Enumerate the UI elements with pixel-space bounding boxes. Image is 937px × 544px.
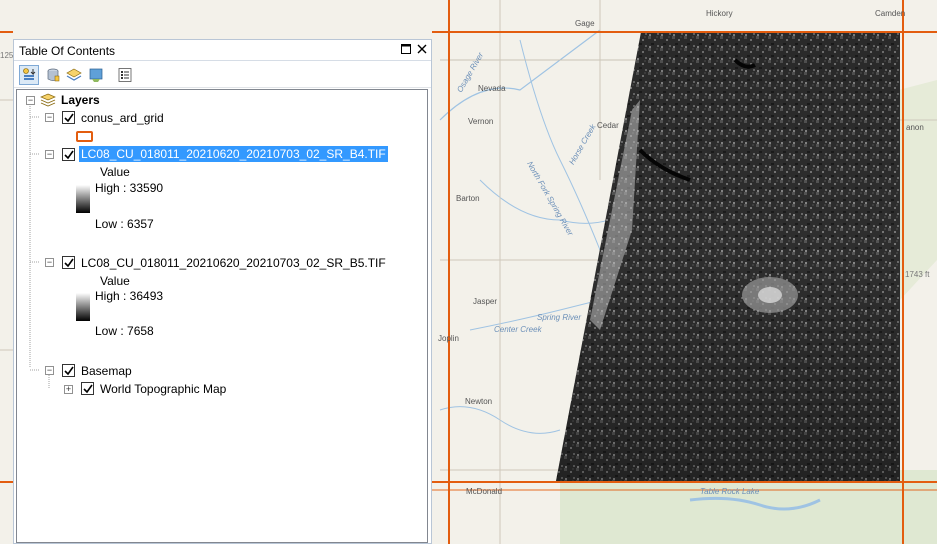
map-label-joplin: Joplin: [438, 334, 459, 343]
checkmark-icon: [63, 366, 74, 375]
checkmark-icon: [63, 150, 74, 159]
options-list-icon: [118, 68, 132, 82]
grid-symbol-swatch: [76, 131, 93, 142]
map-label-barton: Barton: [456, 194, 480, 203]
options-button[interactable]: [115, 65, 135, 85]
close-icon[interactable]: [415, 43, 429, 57]
b5-legend-low: Low : 7658: [95, 324, 154, 338]
world-topo-checkbox[interactable]: [81, 382, 94, 395]
list-by-visibility-button[interactable]: [64, 65, 84, 85]
b4-layer-checkbox[interactable]: [62, 148, 75, 161]
toc-toolbar: [14, 62, 431, 88]
map-label-mcdonald: McDonald: [466, 487, 503, 496]
layer-name-basemap[interactable]: Basemap: [81, 364, 132, 378]
b4-legend-low: Low : 6357: [95, 217, 154, 231]
b4-legend-field: Value: [100, 165, 130, 179]
collapse-b5-icon[interactable]: −: [45, 258, 54, 267]
database-icon: [47, 68, 60, 82]
toc-title: Table Of Contents: [19, 44, 116, 58]
toc-tree: − Layers − conus_ard_grid − LC08_CU_0180…: [16, 89, 428, 543]
layers-stack-icon: [40, 93, 56, 110]
list-by-selection-button[interactable]: [86, 65, 106, 85]
b4-color-ramp: [76, 185, 90, 213]
expand-world-topo-icon[interactable]: +: [64, 385, 73, 394]
map-label-elevation-right: 1743 ft: [905, 270, 930, 279]
b5-legend-field: Value: [100, 274, 130, 288]
layers-visibility-icon: [66, 68, 82, 81]
restore-window-icon[interactable]: [399, 43, 413, 57]
layer-name-b4[interactable]: LC08_CU_018011_20210620_20210703_02_SR_B…: [79, 146, 388, 162]
layer-name-conus-ard-grid[interactable]: conus_ard_grid: [81, 111, 164, 125]
b4-legend-high: High : 33590: [95, 181, 164, 195]
b5-legend-high: High : 36493: [95, 289, 164, 303]
layers-root-label[interactable]: Layers: [61, 93, 100, 107]
map-label-nevada: Nevada: [478, 84, 506, 93]
map-label-table-rock: Table Rock Lake: [700, 487, 760, 496]
layer-name-b5[interactable]: LC08_CU_018011_20210620_20210703_02_SR_B…: [81, 256, 386, 270]
collapse-basemap-icon[interactable]: −: [45, 366, 54, 375]
collapse-conus-ard-grid-icon[interactable]: −: [45, 113, 54, 122]
map-label-gage: Gage: [575, 19, 595, 28]
checkmark-icon: [82, 384, 93, 393]
conus-ard-grid-checkbox[interactable]: [62, 111, 75, 124]
map-label-canon: anon: [906, 123, 924, 132]
list-by-drawing-order-button[interactable]: [19, 65, 39, 85]
toc-title-bar: Table Of Contents: [14, 40, 431, 61]
table-of-contents-window: Table Of Contents − Layers − conus_ard_g…: [13, 39, 432, 544]
checkmark-icon: [63, 113, 74, 122]
map-label-vernon: Vernon: [468, 117, 494, 126]
b5-layer-checkbox[interactable]: [62, 256, 75, 269]
checkmark-icon: [63, 258, 74, 267]
map-label-camden: Camden: [875, 9, 906, 18]
drawing-order-icon: [23, 68, 36, 80]
map-label-hickory: Hickory: [706, 9, 733, 18]
map-label-newton: Newton: [465, 397, 493, 406]
raster-bright-area: [758, 287, 782, 303]
collapse-layers-icon[interactable]: −: [26, 96, 35, 105]
collapse-b4-icon[interactable]: −: [45, 150, 54, 159]
map-label-jasper: Jasper: [473, 297, 498, 306]
b5-color-ramp: [76, 293, 90, 321]
list-by-source-button[interactable]: [43, 65, 63, 85]
map-label-center-creek: Center Creek: [494, 325, 542, 334]
map-label-cedar: Cedar: [597, 121, 619, 130]
selection-icon: [89, 68, 103, 82]
layer-name-world-topographic-map[interactable]: World Topographic Map: [100, 382, 226, 396]
map-label-spring-river: Spring River: [537, 313, 582, 322]
basemap-checkbox[interactable]: [62, 364, 75, 377]
